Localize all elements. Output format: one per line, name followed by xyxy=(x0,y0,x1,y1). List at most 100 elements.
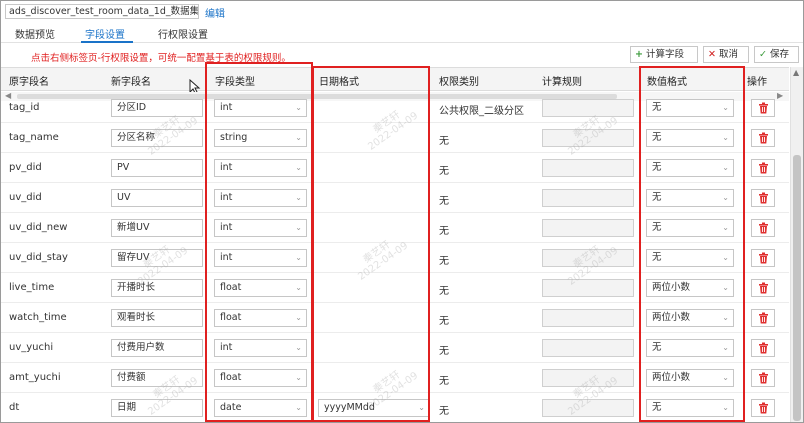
delete-button[interactable] xyxy=(751,369,775,387)
edit-link[interactable]: 编辑 xyxy=(205,5,225,20)
number-format-value: 两位小数 xyxy=(652,372,691,383)
tab-data-preview[interactable]: 数据预览 xyxy=(15,26,55,41)
orig-field-name: uv_did_stay xyxy=(9,252,68,263)
chevron-down-icon: ⌄ xyxy=(295,253,302,262)
check-icon: ✓ xyxy=(759,49,767,60)
new-field-name-input[interactable]: 付费用户数 xyxy=(111,339,203,357)
cancel-label: 取消 xyxy=(718,49,738,60)
field-type-select[interactable]: string ⌄ xyxy=(214,129,307,147)
calc-rule-field xyxy=(542,189,634,207)
number-format-value: 无 xyxy=(652,252,662,263)
new-field-name-input[interactable]: 分区名称 xyxy=(111,129,203,147)
new-field-name-input[interactable]: 观看时长 xyxy=(111,309,203,327)
new-field-name-input[interactable]: 开播时长 xyxy=(111,279,203,297)
permission-category: 公共权限_二级分区 xyxy=(439,106,524,117)
field-type-select[interactable]: int ⌄ xyxy=(214,159,307,177)
delete-button[interactable] xyxy=(751,279,775,297)
permission-category: 无 xyxy=(439,286,449,297)
save-button[interactable]: ✓ 保存 xyxy=(754,46,799,63)
orig-field-name: live_time xyxy=(9,282,55,293)
delete-button[interactable] xyxy=(751,129,775,147)
new-field-name-input[interactable]: 分区ID xyxy=(111,99,203,117)
chevron-down-icon: ⌄ xyxy=(295,343,302,352)
chevron-down-icon: ⌄ xyxy=(722,133,729,142)
field-type-select[interactable]: float ⌄ xyxy=(214,369,307,387)
new-field-name-input[interactable]: 留存UV xyxy=(111,249,203,267)
number-format-select[interactable]: 无 ⌄ xyxy=(646,399,734,417)
number-format-select[interactable]: 无 ⌄ xyxy=(646,159,734,177)
header-orig-name: 原字段名 xyxy=(9,77,49,88)
field-type-value: float xyxy=(220,282,242,293)
permission-category: 无 xyxy=(439,166,449,177)
trash-icon xyxy=(759,162,768,174)
calc-rule-field xyxy=(542,159,634,177)
field-type-select[interactable]: int ⌄ xyxy=(214,189,307,207)
delete-button[interactable] xyxy=(751,309,775,327)
dataset-name-field[interactable]: ads_discover_test_room_data_1d_数据集 xyxy=(5,4,199,19)
number-format-select[interactable]: 无 ⌄ xyxy=(646,189,734,207)
delete-button[interactable] xyxy=(751,99,775,117)
number-format-select[interactable]: 两位小数 ⌄ xyxy=(646,309,734,327)
number-format-value: 两位小数 xyxy=(652,312,691,323)
calc-rule-field xyxy=(542,369,634,387)
permission-category: 无 xyxy=(439,196,449,207)
number-format-value: 无 xyxy=(652,102,662,113)
calc-rule-field xyxy=(542,309,634,327)
new-field-name-input[interactable]: 日期 xyxy=(111,399,203,417)
calc-field-button[interactable]: + 计算字段 xyxy=(630,46,698,63)
new-field-name-input[interactable]: 付费额 xyxy=(111,369,203,387)
number-format-select[interactable]: 无 ⌄ xyxy=(646,219,734,237)
trash-icon xyxy=(759,312,768,324)
number-format-select[interactable]: 无 ⌄ xyxy=(646,249,734,267)
number-format-select[interactable]: 无 ⌄ xyxy=(646,129,734,147)
permission-category: 无 xyxy=(439,256,449,267)
scroll-up-icon[interactable]: ▲ xyxy=(793,68,799,77)
table-row: uv_yuchi 付费用户数 int ⌄ 无无 ⌄ xyxy=(1,333,789,363)
table-row: uv_did_stay 留存UV int ⌄ 无无 ⌄ xyxy=(1,243,789,273)
delete-button[interactable] xyxy=(751,219,775,237)
trash-icon xyxy=(759,132,768,144)
delete-button[interactable] xyxy=(751,249,775,267)
field-type-select[interactable]: int ⌄ xyxy=(214,219,307,237)
field-type-select[interactable]: int ⌄ xyxy=(214,339,307,357)
field-type-select[interactable]: date ⌄ xyxy=(214,399,307,417)
field-type-select[interactable]: int ⌄ xyxy=(214,99,307,117)
chevron-down-icon: ⌄ xyxy=(722,283,729,292)
trash-icon xyxy=(759,252,768,264)
new-field-name-input[interactable]: 新增UV xyxy=(111,219,203,237)
table-row: dt 日期 date ⌄ yyyyMMdd ⌄ 无无 ⌄ xyxy=(1,393,789,422)
number-format-select[interactable]: 无 ⌄ xyxy=(646,99,734,117)
chevron-down-icon: ⌄ xyxy=(295,103,302,112)
tab-field-settings[interactable]: 字段设置 xyxy=(85,26,125,41)
field-type-select[interactable]: float ⌄ xyxy=(214,309,307,327)
number-format-value: 无 xyxy=(652,222,662,233)
vertical-scroll-thumb[interactable] xyxy=(793,155,801,421)
delete-button[interactable] xyxy=(751,159,775,177)
calc-rule-field xyxy=(542,399,634,417)
date-format-select[interactable]: yyyyMMdd ⌄ xyxy=(318,399,430,417)
delete-button[interactable] xyxy=(751,339,775,357)
field-type-select[interactable]: float ⌄ xyxy=(214,279,307,297)
delete-button[interactable] xyxy=(751,189,775,207)
table-header: 原字段名 新字段名 字段类型 日期格式 权限类别 计算规则 数值格式 操作 xyxy=(1,67,789,91)
tab-row-permission[interactable]: 行权限设置 xyxy=(158,26,208,41)
orig-field-name: uv_did_new xyxy=(9,222,68,233)
chevron-down-icon: ⌄ xyxy=(722,403,729,412)
close-icon: ✕ xyxy=(708,49,716,60)
number-format-select[interactable]: 无 ⌄ xyxy=(646,339,734,357)
trash-icon xyxy=(759,282,768,294)
new-field-name-input[interactable]: UV xyxy=(111,189,203,207)
table-row: tag_name 分区名称 string ⌄ 无无 ⌄ xyxy=(1,123,789,153)
field-type-value: int xyxy=(220,222,233,233)
new-field-name-input[interactable]: PV xyxy=(111,159,203,177)
app-window: ads_discover_test_room_data_1d_数据集 编辑 数据… xyxy=(0,0,804,423)
header-action: 操作 xyxy=(747,77,767,88)
field-type-select[interactable]: int ⌄ xyxy=(214,249,307,267)
delete-button[interactable] xyxy=(751,399,775,417)
cancel-button[interactable]: ✕ 取消 xyxy=(703,46,749,63)
number-format-select[interactable]: 两位小数 ⌄ xyxy=(646,369,734,387)
field-type-value: int xyxy=(220,342,233,353)
number-format-select[interactable]: 两位小数 ⌄ xyxy=(646,279,734,297)
vertical-scrollbar[interactable]: ▲ xyxy=(790,67,803,422)
field-type-value: string xyxy=(220,132,248,143)
